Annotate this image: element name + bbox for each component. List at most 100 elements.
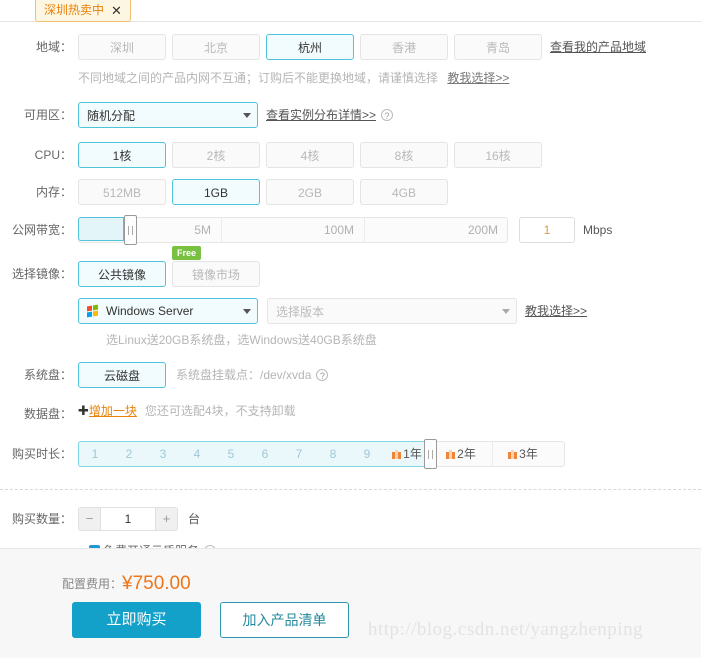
data-disk-hint: 您还可选配4块，不支持卸载 xyxy=(144,404,296,418)
memory-options: 512MB 1GB 2GB 4GB xyxy=(78,179,701,205)
region-label: 地域： xyxy=(35,40,72,54)
image-option-public[interactable]: 公共镜像 xyxy=(78,261,166,287)
system-disk-label: 系统盘： xyxy=(23,368,72,382)
add-to-list-button[interactable]: 加入产品清单 xyxy=(220,602,349,638)
memory-option-4gb[interactable]: 4GB xyxy=(360,179,448,205)
duration-month-3[interactable]: 3 xyxy=(146,441,180,467)
memory-row: 内存： 512MB 1GB 2GB 4GB xyxy=(0,179,701,205)
plus-icon[interactable]: ✚ xyxy=(78,401,89,421)
duration-slider[interactable]: 1 2 3 4 5 6 7 8 9 1年 2年 3年 xyxy=(78,439,565,469)
quantity-increment-button[interactable]: + xyxy=(156,507,178,531)
duration-year-2[interactable]: 2年 xyxy=(430,441,492,467)
memory-option-512mb[interactable]: 512MB xyxy=(78,179,166,205)
duration-month-4[interactable]: 4 xyxy=(180,441,214,467)
os-version-select[interactable]: 选择版本 xyxy=(267,298,517,324)
duration-year-3-label: 3年 xyxy=(519,447,538,461)
duration-month-8[interactable]: 8 xyxy=(316,441,350,467)
quantity-unit: 台 xyxy=(188,512,201,526)
bandwidth-value-input[interactable]: 1 xyxy=(519,217,575,243)
region-option-hongkong[interactable]: 香港 xyxy=(360,34,448,60)
memory-label: 内存： xyxy=(35,185,72,199)
duration-year-2-label: 2年 xyxy=(457,447,476,461)
image-hint: 选Linux送20GB系统盘，选Windows送40GB系统盘 xyxy=(106,333,377,347)
help-icon[interactable]: ? xyxy=(316,369,329,381)
bandwidth-row: 公网带宽： 5M 100M 200M 1 Mbps xyxy=(0,215,701,245)
region-hint-link[interactable]: 教我选择>> xyxy=(447,71,509,85)
zone-detail-link[interactable]: 查看实例分布详情>> xyxy=(266,102,376,128)
zone-select-value: 随机分配 xyxy=(87,108,136,123)
quantity-label: 购买数量： xyxy=(11,512,72,526)
cpu-option-4[interactable]: 4核 xyxy=(266,142,354,168)
region-options: 深圳 北京 杭州 香港 青岛 xyxy=(78,34,542,60)
chevron-down-icon xyxy=(243,308,251,314)
duration-slider-handle[interactable] xyxy=(424,439,437,469)
data-disk-row: 数据盘： ✚ 增加一块 您还可选配4块，不支持卸载 xyxy=(0,401,701,427)
quantity-input[interactable]: 1 xyxy=(100,507,156,531)
chevron-down-icon xyxy=(502,308,510,314)
image-option-market[interactable]: 镜像市场 xyxy=(172,261,260,287)
region-option-shenzhen[interactable]: 深圳 xyxy=(78,34,166,60)
gift-icon xyxy=(446,450,456,459)
section-divider xyxy=(0,489,701,490)
region-option-beijing[interactable]: 北京 xyxy=(172,34,260,60)
os-select[interactable]: Windows Server xyxy=(78,298,258,324)
memory-option-1gb[interactable]: 1GB xyxy=(172,179,260,205)
duration-month-7[interactable]: 7 xyxy=(282,441,316,467)
bandwidth-tick-200m: 200M xyxy=(467,223,498,237)
windows-icon xyxy=(87,304,100,318)
image-help-link[interactable]: 教我选择>> xyxy=(525,298,587,324)
cpu-label: CPU： xyxy=(34,148,72,162)
memory-option-2gb[interactable]: 2GB xyxy=(266,179,354,205)
region-option-hangzhou[interactable]: 杭州 xyxy=(266,34,354,60)
cpu-control: 1核 2核 4核 8核 16核 xyxy=(78,142,701,168)
free-badge: Free xyxy=(172,246,202,260)
bandwidth-fill xyxy=(78,217,124,241)
zone-label: 可用区： xyxy=(23,108,72,122)
system-disk-control: 云磁盘 系统盘挂载点：/dev/xvda ? xyxy=(78,362,701,388)
cpu-options: 1核 2核 4核 8核 16核 xyxy=(78,142,701,168)
quantity-decrement-button[interactable]: − xyxy=(78,507,100,531)
cpu-option-2[interactable]: 2核 xyxy=(172,142,260,168)
buy-ecs-page: 深圳热卖中 ✕ 地域： 深圳 北京 杭州 香港 青岛 查看我的产品地域 不同地域… xyxy=(0,0,701,658)
cpu-option-8[interactable]: 8核 xyxy=(360,142,448,168)
help-icon[interactable]: ? xyxy=(381,109,394,121)
data-disk-label: 数据盘： xyxy=(23,407,72,421)
duration-label: 购买时长： xyxy=(11,447,72,461)
my-product-region-link[interactable]: 查看我的产品地域 xyxy=(550,34,646,60)
duration-month-6[interactable]: 6 xyxy=(248,441,282,467)
gift-icon xyxy=(392,450,402,459)
os-select-row: Windows Server 选择版本 教我选择>> xyxy=(78,298,701,324)
zone-select[interactable]: 随机分配 xyxy=(78,102,258,128)
cpu-option-16[interactable]: 16核 xyxy=(454,142,542,168)
gift-icon xyxy=(508,450,518,459)
region-hint-text: 不同地域之间的产品内网不互通；订购后不能更换地域，请谨慎选择 xyxy=(78,71,439,85)
footer-buttons: 立即购买 加入产品清单 xyxy=(72,602,349,638)
duration-month-9[interactable]: 9 xyxy=(350,441,384,467)
data-disk-control: ✚ 增加一块 您还可选配4块，不支持卸载 xyxy=(78,401,701,421)
add-data-disk-link[interactable]: 增加一块 xyxy=(89,401,137,421)
duration-row: 购买时长： 1 2 3 4 5 6 7 8 9 1年 2年 3年 xyxy=(0,439,701,469)
system-disk-option-cloud[interactable]: 云磁盘 xyxy=(78,362,166,388)
duration-month-5[interactable]: 5 xyxy=(214,441,248,467)
price-label: 配置费用： xyxy=(62,577,123,591)
config-form: 地域： 深圳 北京 杭州 香港 青岛 查看我的产品地域 不同地域之间的产品内网不… xyxy=(0,22,701,559)
duration-year-3[interactable]: 3年 xyxy=(492,441,554,467)
system-disk-row: 系统盘： 云磁盘 系统盘挂载点：/dev/xvda ? xyxy=(0,362,701,388)
duration-month-2[interactable]: 2 xyxy=(112,441,146,467)
bandwidth-unit: Mbps xyxy=(583,223,613,237)
image-label: 选择镜像： xyxy=(11,267,72,281)
region-option-qingdao[interactable]: 青岛 xyxy=(454,34,542,60)
promo-tooltip-text: 深圳热卖中 xyxy=(44,3,105,17)
bandwidth-slider-handle[interactable] xyxy=(124,215,137,245)
buy-now-button[interactable]: 立即购买 xyxy=(72,602,201,638)
close-icon[interactable]: ✕ xyxy=(111,4,122,17)
footer-bar: 配置费用：¥750.00 立即购买 加入产品清单 xyxy=(0,548,701,658)
image-control: 公共镜像 Free 镜像市场 Windows Server 选择版本 教我选择>… xyxy=(78,246,701,352)
bandwidth-slider[interactable]: 5M 100M 200M xyxy=(78,215,508,245)
region-control: 深圳 北京 杭州 香港 青岛 查看我的产品地域 不同地域之间的产品内网不互通；订… xyxy=(78,34,701,90)
cpu-option-1[interactable]: 1核 xyxy=(78,142,166,168)
system-disk-mount-text: 系统盘挂载点：/dev/xvda xyxy=(176,368,312,382)
duration-month-1[interactable]: 1 xyxy=(78,441,112,467)
bandwidth-control: 5M 100M 200M 1 Mbps xyxy=(78,215,701,245)
promo-tooltip[interactable]: 深圳热卖中 ✕ xyxy=(35,0,131,22)
